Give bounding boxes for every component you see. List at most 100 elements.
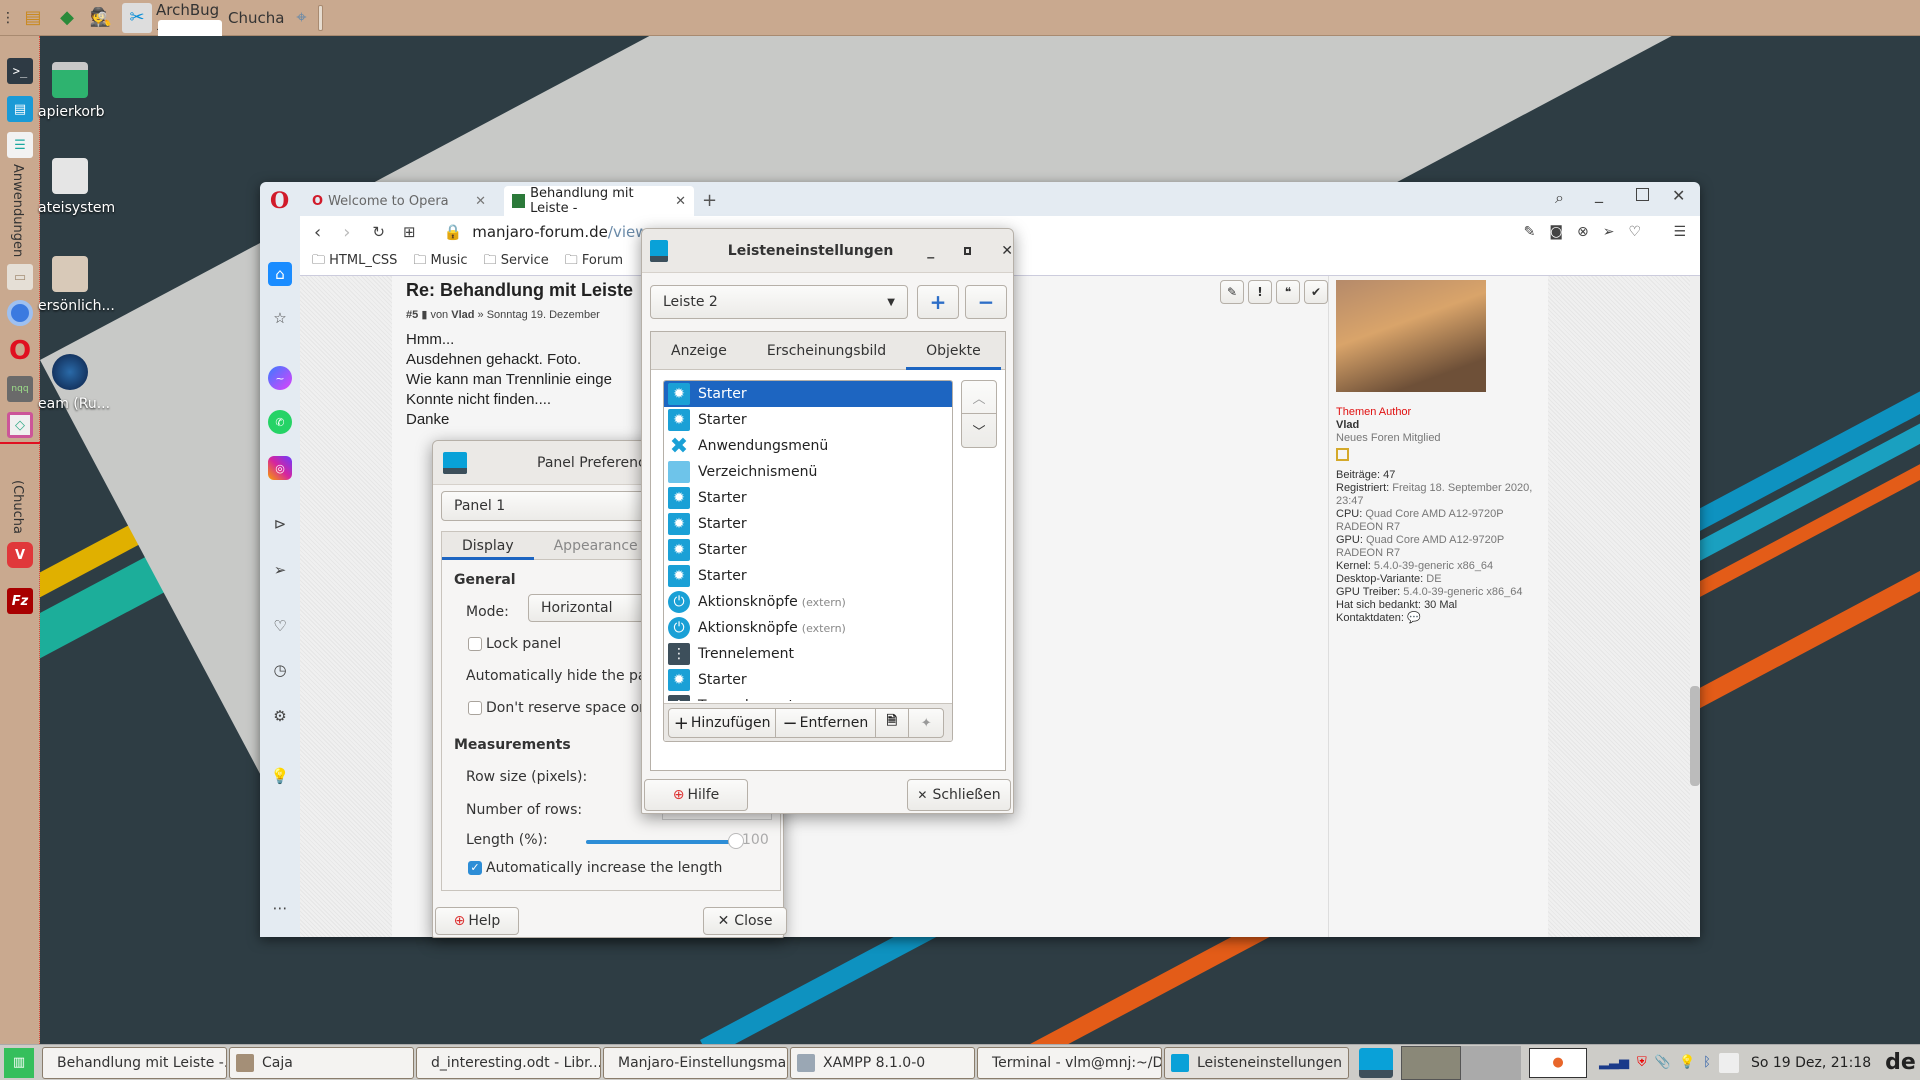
url-field[interactable]: manjaro-forum.de/view — [472, 223, 647, 241]
desktop-icon-persoenlich[interactable]: ersönlich... — [38, 256, 138, 314]
taskbar-item[interactable]: Caja — [229, 1046, 414, 1079]
paperclip-icon[interactable]: 📎 — [1655, 1055, 1671, 1070]
netbeans-icon[interactable]: ◇ — [7, 412, 33, 438]
lock-panel-checkbox[interactable]: Lock panel — [468, 636, 561, 652]
leiste-select[interactable]: Leiste 2 ▼ — [650, 285, 908, 319]
tab-objekte[interactable]: Objekte — [906, 332, 1001, 370]
whatsapp-icon[interactable]: ✆ — [268, 410, 292, 434]
bookmark-forum[interactable]: 🗀 Forum — [565, 251, 623, 273]
quote-post-button[interactable]: ❝ — [1276, 280, 1300, 304]
help-button[interactable]: ⊕ Help — [435, 907, 519, 935]
page-scrollbar[interactable] — [1690, 276, 1700, 937]
taskbar-item[interactable]: d_interesting.odt - Libr... — [416, 1046, 601, 1079]
network-antenna-icon[interactable]: ⌖ — [288, 5, 314, 31]
bookmark-music[interactable]: 🗀 Music — [413, 251, 467, 273]
post-author[interactable]: Vlad — [451, 309, 474, 321]
minimize-button[interactable]: _ — [1595, 184, 1603, 203]
archbug-launcher[interactable]: ArchBug # — [156, 1, 226, 37]
list-item[interactable]: ✹ Starter — [664, 381, 952, 407]
clock[interactable]: So 19 Dez, 21:18 — [1751, 1055, 1871, 1071]
vivaldi-icon[interactable]: V — [7, 542, 33, 568]
messenger-icon[interactable]: ~ — [268, 366, 292, 390]
shield-alert-icon[interactable]: ⛨ — [1637, 1055, 1647, 1070]
notepadqq-icon[interactable]: nqq — [7, 376, 33, 402]
list-item[interactable]: ⋮ Trennelement — [664, 641, 952, 667]
author-avatar[interactable] — [1336, 280, 1486, 392]
reload-icon[interactable]: ↻ — [372, 223, 385, 241]
app-list-icon[interactable]: ☰ — [7, 132, 33, 158]
bulb-icon[interactable]: 💡 — [1679, 1055, 1695, 1070]
archbug-input[interactable] — [158, 19, 222, 36]
taskbar-item[interactable]: Leisteneinstellungen — [1164, 1046, 1349, 1079]
close-window-button[interactable]: ✕ — [1672, 186, 1685, 205]
heart-icon[interactable]: ♡ — [268, 614, 292, 638]
desktop-icon-steam[interactable]: eam (Ru... — [38, 354, 138, 412]
move-down-button[interactable]: ﹀ — [962, 414, 996, 447]
add-panel-button[interactable]: + — [917, 285, 959, 319]
notification-icon[interactable] — [1718, 1052, 1739, 1073]
length-slider[interactable] — [586, 833, 744, 849]
list-item[interactable]: ✖ Anwendungsmenü — [664, 433, 952, 459]
desktop-icon-papierkorb[interactable]: apierkorb — [38, 62, 138, 120]
tab-appearance[interactable]: Appearance — [534, 532, 658, 559]
tab-close-icon[interactable]: ✕ — [475, 194, 486, 209]
folder-icon[interactable]: ▭ — [7, 264, 33, 290]
close-button[interactable]: ✕ Close — [703, 907, 787, 935]
author-name[interactable]: Vlad — [1336, 419, 1536, 432]
bluetooth-icon[interactable]: ᛒ — [1703, 1055, 1711, 1070]
anwendungen-label[interactable]: Anwendungen — [10, 164, 25, 257]
list-item[interactable]: ✹ Starter — [664, 563, 952, 589]
hilfe-button[interactable]: ⊕ Hilfe — [644, 779, 748, 811]
tips-bulb-icon[interactable]: 💡 — [268, 764, 292, 788]
bookmark-html-css[interactable]: 🗀 HTML_CSS — [312, 251, 397, 273]
tab-welcome-opera[interactable]: O Welcome to Opera ✕ — [304, 186, 494, 216]
tab-anzeige[interactable]: Anzeige — [651, 332, 747, 369]
chromium-icon[interactable] — [7, 300, 33, 326]
tab-display[interactable]: Display — [442, 532, 534, 560]
forward-icon[interactable]: › — [343, 222, 350, 243]
item-about-button[interactable]: ✦ — [909, 709, 943, 737]
terminal-icon[interactable]: >_ — [7, 58, 33, 84]
taskbar-item[interactable]: Behandlung mit Leiste -... — [42, 1046, 227, 1079]
list-item[interactable]: ⏻ Aktionsknöpfe (extern) — [664, 589, 952, 615]
player-icon[interactable]: ⊳ — [268, 512, 292, 536]
taskbar-item[interactable]: XAMPP 8.1.0-0 — [790, 1046, 975, 1079]
instagram-icon[interactable]: ◎ — [268, 456, 292, 480]
list-item[interactable]: Verzeichnismenü — [664, 459, 952, 485]
list-item[interactable]: ✹ Starter — [664, 667, 952, 693]
workspace-2[interactable] — [1401, 1045, 1461, 1080]
file-cabinet-icon[interactable]: ▤ — [7, 96, 33, 122]
auto-increase-checkbox[interactable]: ✓ Automatically increase the length — [468, 860, 722, 876]
toolbar-actions[interactable]: ✎◙⊗➢♡ ☰ — [1524, 224, 1700, 240]
thank-post-button[interactable]: ✔ — [1304, 280, 1328, 304]
opera-menu-icon[interactable]: O — [270, 188, 289, 214]
tiles-icon[interactable]: ⊞ — [403, 223, 416, 241]
list-item[interactable]: ✹ Starter — [664, 537, 952, 563]
bookmark-service[interactable]: 🗀 Service — [484, 251, 549, 273]
edit-post-button[interactable]: ✎ — [1220, 280, 1244, 304]
contact-chat-icon[interactable]: 💬 — [1407, 612, 1421, 624]
tab-close-icon[interactable]: ✕ — [675, 194, 686, 209]
remove-item-button[interactable]: − Entfernen — [776, 709, 876, 737]
opera-icon[interactable]: O — [7, 336, 33, 366]
tab-behandlung[interactable]: Behandlung mit Leiste - ✕ — [504, 186, 694, 216]
report-post-button[interactable]: ! — [1248, 280, 1272, 304]
scrollbar-thumb[interactable] — [1690, 686, 1700, 786]
panel-handle-icon[interactable]: ⋮ — [1, 5, 15, 31]
keyboard-layout[interactable]: de — [1885, 1050, 1916, 1075]
new-tab-button[interactable]: + — [702, 190, 717, 211]
close-window-button[interactable]: ✕ — [1001, 243, 1013, 259]
taskbar-item[interactable]: Manjaro-Einstellungsma... — [603, 1046, 788, 1079]
maximize-button[interactable] — [1636, 188, 1649, 201]
spy-app-icon[interactable]: 🕵 — [88, 5, 114, 31]
back-icon[interactable]: ‹ — [314, 222, 321, 243]
firefox-launcher[interactable]: ● — [1529, 1047, 1587, 1078]
item-properties-button[interactable]: 🗎 — [876, 709, 910, 737]
search-tabs-icon[interactable]: ⌕ — [1555, 188, 1564, 208]
filezilla-icon[interactable]: Fz — [7, 588, 33, 614]
screenshot-app-icon[interactable]: ✂ — [122, 2, 152, 33]
list-item[interactable]: ⋮ Trennelement — [664, 693, 952, 701]
taskbar-item[interactable]: Terminal - vlm@mnj:~/D... — [977, 1046, 1162, 1079]
dont-reserve-checkbox[interactable]: Don't reserve space on bo — [468, 700, 670, 716]
remove-panel-button[interactable]: − — [965, 285, 1007, 319]
